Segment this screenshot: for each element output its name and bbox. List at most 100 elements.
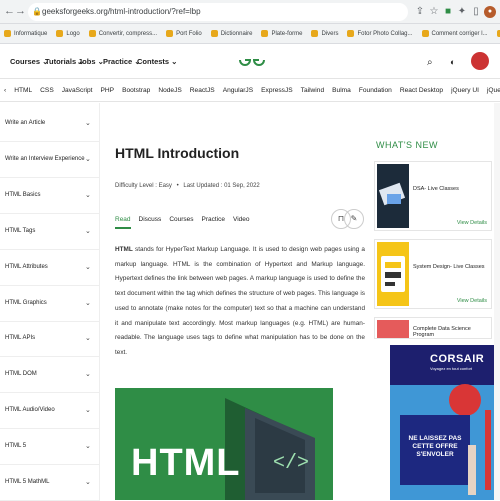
card-title: Complete Data Science Program (413, 326, 471, 338)
card-dsa[interactable]: DSA- Live Classes View Details (374, 161, 492, 231)
sidepanel-icon[interactable]: ▯ (470, 6, 482, 18)
chevron-down-icon: ⌄ (85, 227, 91, 235)
profile-avatar[interactable]: ● (484, 6, 496, 18)
menu-practice[interactable]: Practice ⌄ (103, 57, 141, 66)
sidebar-item[interactable]: HTML Audio/Video ⌄ (0, 393, 100, 430)
tech-tab[interactable]: CSS (36, 87, 58, 94)
sidebar-item[interactable]: HTML APIs ⌄ (0, 321, 100, 358)
tech-tab[interactable]: HTML (10, 87, 36, 94)
sidebar-item[interactable]: HTML 5 ⌄ (0, 429, 100, 466)
bookmark-item[interactable]: Divers (307, 30, 343, 37)
hero-text: HTML (131, 442, 241, 484)
sidebar: Write an Article ⌄ Write an Interview Expe… (0, 103, 100, 501)
url-text: geeksforgeeks.org/html-introduction/?ref… (42, 7, 201, 16)
bookmark-item[interactable]: Convertir, compress... (85, 30, 162, 37)
tech-tab[interactable]: Bootstrap (118, 87, 154, 94)
back-icon[interactable]: ← (4, 5, 15, 17)
bookmark-item[interactable]: Informatique (0, 30, 52, 37)
ad-tagline: Voyagez en tout confort (430, 366, 473, 371)
lock-icon[interactable]: 🔒 (32, 3, 42, 21)
folder-icon (347, 30, 355, 37)
tab-practice[interactable]: Practice (202, 216, 225, 229)
tech-tab[interactable]: React Desktop (396, 87, 447, 94)
folder-icon (4, 30, 11, 37)
chevron-down-icon: ⌄ (85, 479, 91, 486)
menu-courses[interactable]: Courses ⌄ (10, 57, 48, 66)
chevron-down-icon: ⌄ (85, 299, 91, 307)
bookmark-item[interactable]: Fotor Photo Collag... (343, 30, 417, 37)
forward-icon[interactable]: → (15, 5, 26, 17)
bookmark-item[interactable]: Dictionnaire (207, 30, 258, 37)
tech-tab[interactable]: PHP (97, 87, 119, 94)
tech-tab[interactable]: jQuery Mobile (483, 87, 500, 94)
tech-tab[interactable]: JavaScript (58, 87, 97, 94)
bookmark-item[interactable]: Logo (52, 30, 84, 37)
address-bar[interactable]: 🔒 geeksforgeeks.org/html-introduction/?r… (28, 3, 408, 21)
tech-tab[interactable]: NodeJS (154, 87, 185, 94)
extension-icon[interactable]: ■ (442, 6, 454, 18)
article: HTML Introduction Difficulty Level : Eas… (100, 103, 368, 500)
system-design-thumbnail (377, 242, 409, 306)
theme-toggle-icon[interactable]: ◐ (450, 57, 455, 67)
bookmark-item[interactable]: Port Folio (162, 30, 207, 37)
sidebar-item[interactable]: HTML Tags ⌄ (0, 214, 100, 250)
sidebar-item[interactable]: Write an Interview Experience ⌄ (0, 142, 100, 178)
view-details-link[interactable]: View Details (457, 298, 487, 304)
scrollbar[interactable] (494, 103, 500, 500)
sidebar-item[interactable]: HTML Attributes ⌄ (0, 250, 100, 286)
tech-tab[interactable]: Bulma (328, 87, 355, 94)
advertisement[interactable]: CORSAIR Voyagez en tout confort NE LAISS… (390, 345, 500, 500)
browser-toolbar: ← → 🔒 geeksforgeeks.org/html-introductio… (0, 0, 500, 24)
tech-tab[interactable]: Foundation (355, 87, 396, 94)
article-meta: Difficulty Level : Easy • Last Updated :… (115, 183, 260, 189)
tech-tab[interactable]: ExpressJS (257, 87, 297, 94)
card-system-design[interactable]: System Design- Live Classes View Details (374, 239, 492, 309)
data-science-thumbnail (377, 320, 409, 338)
tab-read[interactable]: Read (115, 216, 131, 229)
chevron-left-icon[interactable]: ‹ (0, 87, 10, 94)
star-icon[interactable]: ☆ (428, 6, 440, 18)
folder-icon (421, 30, 429, 37)
menu-contests[interactable]: Contests ⌄ (137, 57, 177, 66)
card-data-science[interactable]: Complete Data Science Program (374, 317, 492, 339)
tech-tab[interactable]: AngularJS (219, 87, 257, 94)
chevron-down-icon: ⌄ (85, 335, 91, 343)
dsa-thumbnail (377, 164, 409, 228)
card-title: System Design- Live Classes (413, 264, 485, 270)
bookmark-item[interactable]: Plate-forme (257, 30, 307, 37)
chevron-down-icon: ⌄ (85, 371, 91, 379)
view-details-link[interactable]: View Details (457, 220, 487, 226)
svg-text:</>: </> (273, 452, 309, 475)
tab-discuss[interactable]: Discuss (139, 216, 162, 229)
ad-headline: NE LAISSEZ PAS CETTE OFFRE S'ENVOLER (408, 435, 462, 458)
chevron-down-icon: ⌄ (85, 407, 91, 415)
tech-tab[interactable]: ReactJS (186, 87, 219, 94)
folder-icon (56, 30, 64, 37)
sidebar-item[interactable]: HTML Basics ⌄ (0, 178, 100, 214)
share-icon[interactable]: ⇪ (414, 6, 426, 18)
tech-tab[interactable]: jQuery UI (447, 87, 483, 94)
search-icon[interactable]: ⌕ (427, 57, 433, 68)
ad-brand: CORSAIR (430, 353, 485, 365)
hero-image: </> HTML (115, 388, 333, 500)
gfg-logo[interactable] (237, 50, 267, 70)
chevron-down-icon: ⌄ (85, 263, 91, 271)
folder-icon (210, 30, 218, 37)
user-avatar[interactable] (471, 52, 489, 70)
sidebar-item[interactable]: HTML DOM ⌄ (0, 357, 100, 394)
tab-video[interactable]: Video (233, 216, 250, 229)
bookmark-item[interactable]: Comment corriger l... (418, 30, 493, 37)
edit-icon[interactable]: ✎ (344, 209, 364, 229)
puzzle-icon[interactable]: ✦ (456, 6, 468, 18)
tech-tabs-bar: ‹ HTML CSS JavaScript PHP Bootstrap NodeJS Rea… (0, 80, 500, 102)
tab-courses[interactable]: Courses (169, 216, 193, 229)
sidebar-item[interactable]: HTML Graphics ⌄ (0, 286, 100, 322)
chevron-down-icon: ⌄ (85, 120, 91, 127)
bookmarks-bar: Informatique Logo Convertir, compress... Po… (0, 24, 500, 44)
site-header: Courses ⌄ Tutorials ⌄ Jobs ⌄ Practice ⌄ … (0, 45, 500, 79)
tech-tab[interactable]: Tailwind (297, 87, 328, 94)
sidebar-item[interactable]: HTML 5 MathML ⌄ (0, 465, 100, 501)
sidebar-item[interactable]: Write an Article ⌄ (0, 106, 100, 142)
bookmark-item[interactable]: Metier (493, 30, 500, 37)
menu-jobs[interactable]: Jobs ⌄ (78, 57, 104, 66)
